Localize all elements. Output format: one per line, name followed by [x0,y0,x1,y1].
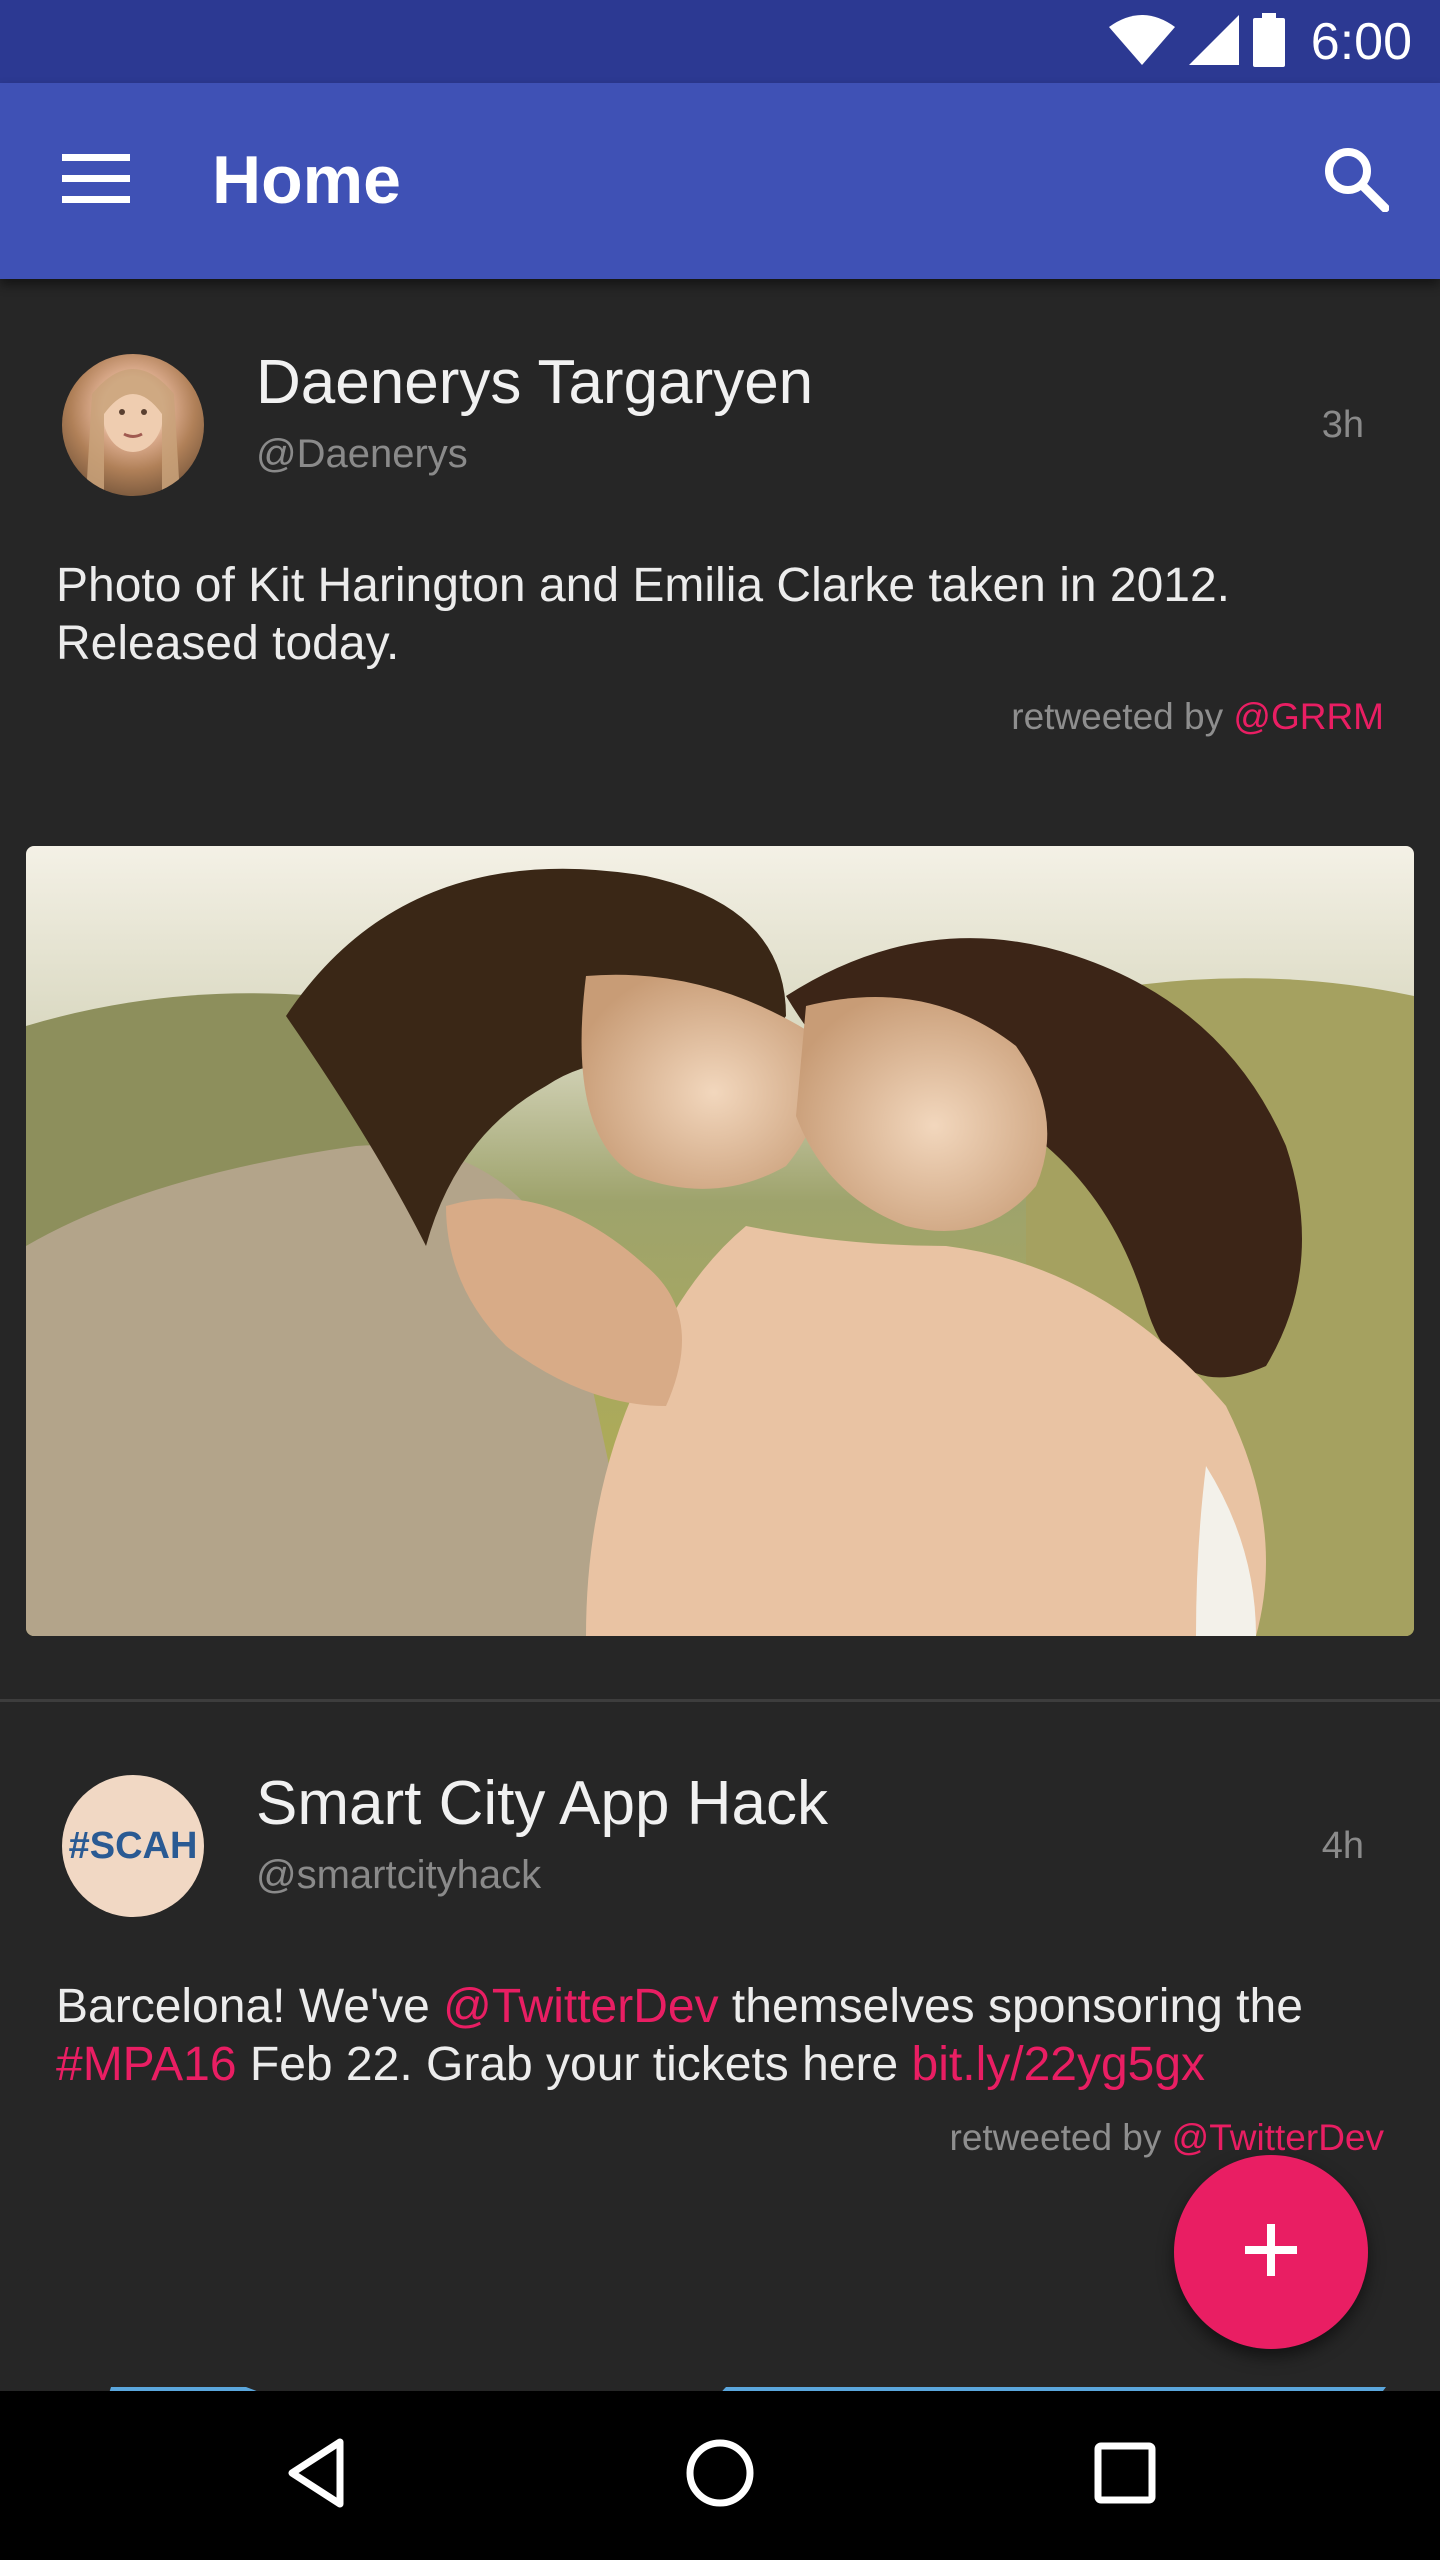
home-circle-icon [685,2438,755,2513]
text-segment: Feb 22. Grab your tickets here [236,2038,912,2091]
nav-home-button[interactable] [655,2415,785,2535]
recents-square-icon [1094,2442,1156,2509]
avatar-label: #SCAH [68,1824,198,1867]
url-link[interactable]: bit.ly/22yg5gx [912,2038,1206,2091]
page-title: Home [212,142,401,218]
back-triangle-icon [286,2438,346,2513]
tweet-photo[interactable] [26,846,1414,1636]
search-button[interactable] [1304,129,1408,233]
status-bar: 6:00 [0,0,1440,83]
system-nav-bar [0,2391,1440,2560]
tweet-author-name[interactable]: Daenerys Targaryen [256,348,813,417]
avatar[interactable] [62,354,204,496]
nav-back-button[interactable] [251,2415,381,2535]
tweet-author-handle[interactable]: @smartcityhack [256,1853,541,1897]
battery-icon [1252,12,1285,72]
compose-fab[interactable] [1174,2155,1368,2349]
status-icons: 6:00 [1108,12,1412,72]
tweet-text: Photo of Kit Harington and Emilia Clarke… [56,559,1231,670]
tweet-author-handle[interactable]: @Daenerys [256,432,468,476]
signal-icon [1188,14,1239,70]
app-bar: Home [0,83,1440,279]
tweet-feed[interactable]: Daenerys Targaryen @Daenerys 3h Photo of… [0,279,1440,2391]
text-segment: themselves sponsoring the [718,1980,1303,2033]
retweet-info: retweeted by @GRRM [1011,696,1384,738]
text-segment: Barcelona! We've [56,1980,444,2033]
avatar[interactable]: #SCAH [62,1775,204,1917]
wifi-icon [1108,14,1175,70]
retweet-info: retweeted by @TwitterDev [950,2117,1384,2159]
status-time: 6:00 [1310,13,1412,71]
plus-icon [1245,2223,1297,2281]
mention-link[interactable]: @TwitterDev [443,1980,718,2033]
tweet-author-name[interactable]: Smart City App Hack [256,1769,828,1838]
menu-button[interactable] [44,129,148,233]
tweet-card[interactable]: Daenerys Targaryen @Daenerys 3h Photo of… [0,279,1440,1699]
retweet-label: retweeted by [949,2117,1172,2158]
tweet-timestamp: 3h [1321,404,1364,446]
hashtag-link[interactable]: #MPA16 [56,2038,237,2091]
tweet-text: Barcelona! We've @TwitterDev themselves … [56,1978,1396,2094]
tweet-timestamp: 4h [1321,1825,1364,1867]
retweet-label: retweeted by [1011,696,1234,737]
hamburger-menu-icon [62,153,130,209]
search-icon [1323,146,1390,217]
nav-recents-button[interactable] [1060,2415,1190,2535]
retweeter-link[interactable]: @GRRM [1233,696,1384,737]
retweeter-link[interactable]: @TwitterDev [1172,2117,1384,2158]
